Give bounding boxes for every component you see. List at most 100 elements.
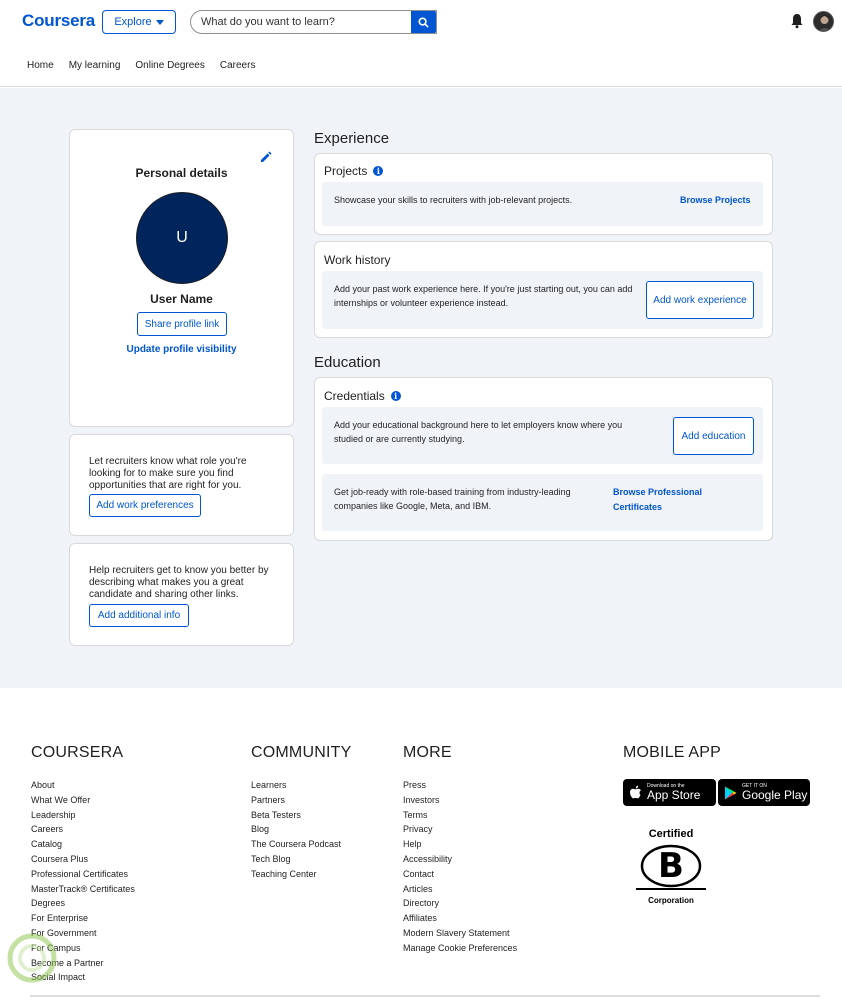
additional-info-card: Help recruiters get to know you better b…	[69, 543, 294, 646]
search-bar	[190, 10, 437, 34]
footer-link[interactable]: Accessibility	[403, 852, 517, 867]
watermark-icon	[7, 933, 57, 983]
add-additional-info-button[interactable]: Add additional info	[89, 604, 189, 627]
coursera-logo[interactable]: Coursera	[22, 11, 95, 31]
google-play-icon	[725, 786, 737, 799]
footer-link[interactable]: Partners	[251, 793, 351, 808]
footer-link[interactable]: Contact	[403, 867, 517, 882]
footer-link[interactable]: MasterTrack® Certificates	[31, 882, 135, 897]
footer-coursera-heading: COURSERA	[31, 744, 124, 761]
footer-link[interactable]: Professional Certificates	[31, 867, 135, 882]
nav-home[interactable]: Home	[27, 60, 54, 71]
work-history-text: Add your past work experience here. If y…	[334, 284, 633, 308]
credentials-title: Credentials i	[324, 389, 401, 403]
bcorp-corporation-text: Corporation	[648, 896, 694, 905]
personal-details-title: Personal details	[135, 166, 228, 180]
footer-mobile-column: MOBILE APP	[623, 744, 721, 778]
work-preferences-text: Let recruiters know what role you're loo…	[89, 456, 247, 491]
credentials-text: Add your educational background here to …	[334, 420, 623, 444]
update-profile-visibility-link[interactable]: Update profile visibility	[70, 344, 293, 355]
projects-title-text: Projects	[324, 164, 368, 178]
footer-link[interactable]: Terms	[403, 808, 517, 823]
footer-link[interactable]: Catalog	[31, 837, 135, 852]
footer-link[interactable]: Modern Slavery Statement	[403, 926, 517, 941]
footer-link[interactable]: Learners	[251, 778, 351, 793]
bcorp-letter: B	[658, 846, 684, 886]
projects-card: Projects i Showcase your skills to recru…	[314, 153, 773, 235]
top-header: Coursera Explore Home My learning Online…	[0, 0, 842, 87]
experience-heading: Experience	[314, 130, 390, 147]
profile-avatar: U	[136, 192, 228, 284]
additional-info-text: Help recruiters get to know you better b…	[89, 565, 269, 600]
add-education-button[interactable]: Add education	[673, 417, 754, 455]
work-history-title: Work history	[324, 253, 391, 267]
nav-careers[interactable]: Careers	[220, 60, 256, 71]
search-input[interactable]	[191, 11, 436, 33]
footer-divider	[30, 995, 820, 997]
b-corporation-logo: Certified B Corporation	[636, 828, 706, 908]
footer-link[interactable]: Investors	[403, 793, 517, 808]
footer-link[interactable]: About	[31, 778, 135, 793]
footer-link[interactable]: Beta Testers	[251, 808, 351, 823]
projects-text: Showcase your skills to recruiters with …	[334, 195, 573, 205]
search-icon	[418, 16, 429, 28]
add-work-preferences-button[interactable]: Add work preferences	[89, 494, 201, 517]
footer-link[interactable]: Press	[403, 778, 517, 793]
google-play-text: GET IT ON Google Play	[742, 784, 808, 802]
footer-more-heading: MORE	[403, 744, 452, 761]
app-store-big-text: App Store	[647, 788, 701, 802]
professional-certificates-panel: Get job-ready with role-based training f…	[322, 474, 763, 531]
footer-link[interactable]: Tech Blog	[251, 852, 351, 867]
browse-professional-certificates-link[interactable]: Browse Professional Certificates	[613, 485, 733, 515]
footer-link[interactable]: What We Offer	[31, 793, 135, 808]
footer-link[interactable]: Careers	[31, 822, 135, 837]
nav-online-degrees[interactable]: Online Degrees	[135, 60, 204, 71]
footer-link[interactable]: Articles	[403, 882, 517, 897]
footer-link[interactable]: Directory	[403, 896, 517, 911]
bcorp-divider	[636, 888, 706, 890]
add-work-experience-button[interactable]: Add work experience	[646, 281, 754, 319]
credentials-title-text: Credentials	[324, 389, 385, 403]
app-store-badge[interactable]: Download on the App Store	[623, 779, 716, 806]
bell-icon[interactable]	[790, 13, 804, 29]
explore-label: Explore	[114, 16, 152, 28]
credentials-panel: Add your educational background here to …	[322, 407, 763, 464]
google-play-big-text: Google Play	[742, 788, 808, 802]
projects-title: Projects i	[324, 164, 384, 178]
bcorp-certified-text: Certified	[648, 828, 694, 840]
footer-link[interactable]: Teaching Center	[251, 867, 351, 882]
info-icon[interactable]: i	[373, 166, 384, 176]
professional-certificates-text: Get job-ready with role-based training f…	[334, 487, 571, 511]
footer-link[interactable]: Affiliates	[403, 911, 517, 926]
explore-button[interactable]: Explore	[102, 10, 176, 34]
footer-more-column: MORE Press Investors Terms Privacy Help …	[403, 744, 517, 956]
footer-link[interactable]: Manage Cookie Preferences	[403, 941, 517, 956]
footer-link[interactable]: Degrees	[31, 896, 135, 911]
work-history-panel: Add your past work experience here. If y…	[322, 271, 763, 329]
main-nav: Home My learning Online Degrees Careers	[27, 60, 255, 71]
info-icon[interactable]: i	[390, 391, 401, 401]
footer-link[interactable]: Privacy	[403, 822, 517, 837]
footer-link[interactable]: The Coursera Podcast	[251, 837, 351, 852]
footer-link[interactable]: Leadership	[31, 808, 135, 823]
bcorp-mark: B	[638, 844, 704, 888]
footer-community-column: COMMUNITY Learners Partners Beta Testers…	[251, 744, 351, 882]
footer-community-heading: COMMUNITY	[251, 744, 352, 761]
footer-link[interactable]: Coursera Plus	[31, 852, 135, 867]
browse-projects-link[interactable]: Browse Projects	[680, 193, 751, 208]
footer-mobile-heading: MOBILE APP	[623, 744, 722, 761]
user-avatar[interactable]	[813, 11, 834, 32]
caret-down-icon	[155, 19, 164, 25]
pencil-icon[interactable]	[259, 150, 273, 164]
footer-link[interactable]: Blog	[251, 822, 351, 837]
profile-photo-icon	[818, 15, 831, 31]
share-profile-link-button[interactable]: Share profile link	[137, 312, 227, 336]
google-play-badge[interactable]: GET IT ON Google Play	[718, 779, 810, 806]
search-button[interactable]	[411, 11, 436, 33]
education-heading: Education	[314, 354, 381, 371]
nav-my-learning[interactable]: My learning	[69, 60, 121, 71]
personal-details-card: Personal details U User Name Share profi…	[69, 129, 294, 427]
projects-panel: Showcase your skills to recruiters with …	[322, 182, 763, 226]
footer-link[interactable]: Help	[403, 837, 517, 852]
user-name: User Name	[150, 292, 213, 306]
